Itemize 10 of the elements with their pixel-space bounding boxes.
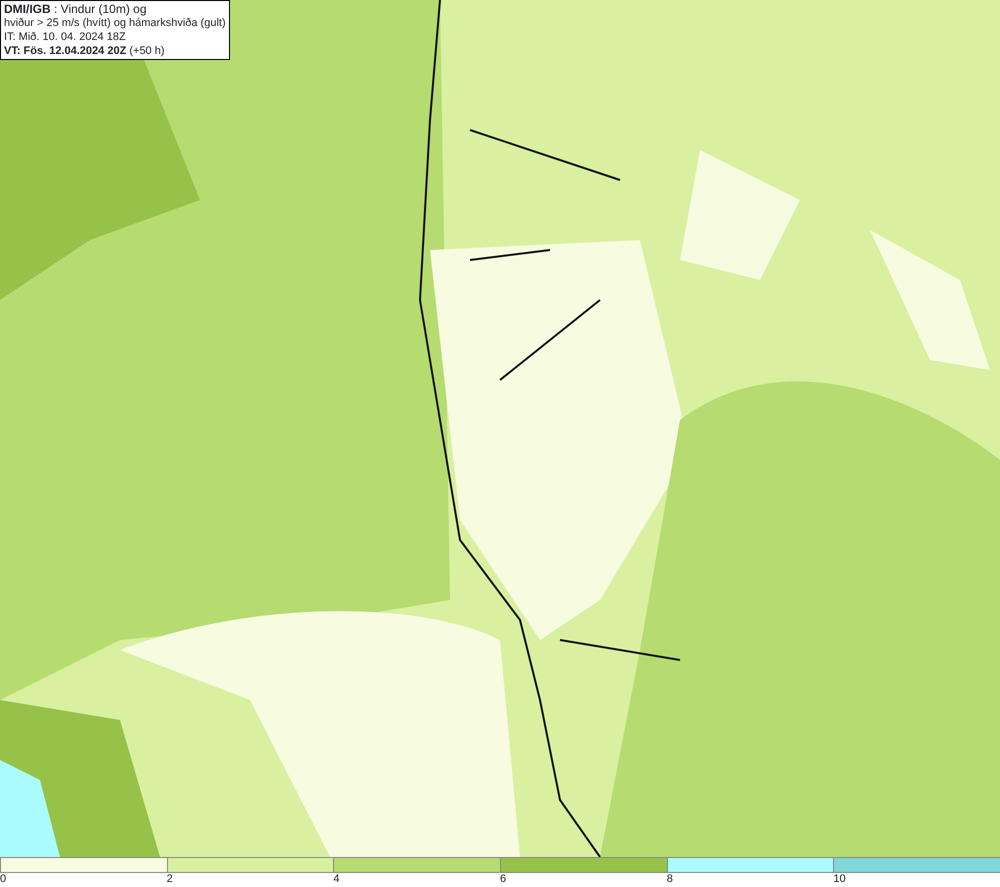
legend-tick-label: 10 [833, 873, 846, 885]
title-line: VT: Fös. 12.04.2024 20Z (+50 h) [4, 44, 166, 58]
legend-tick-label: 2 [166, 873, 173, 885]
legend-tick-label: 8 [666, 873, 673, 885]
legend-tick-label: 4 [333, 873, 340, 885]
legend-tick-label: 6 [500, 873, 506, 885]
title-line: IT: Mið. 10. 04. 2024 18Z [4, 30, 127, 44]
legend-tick-label: 0 [0, 873, 6, 885]
title-line: hviður > 25 m/s (hvítt) og hámarkshviða (gult) [4, 16, 226, 30]
title-line: DMI/IGB : Vindur (10m) og [4, 2, 148, 16]
